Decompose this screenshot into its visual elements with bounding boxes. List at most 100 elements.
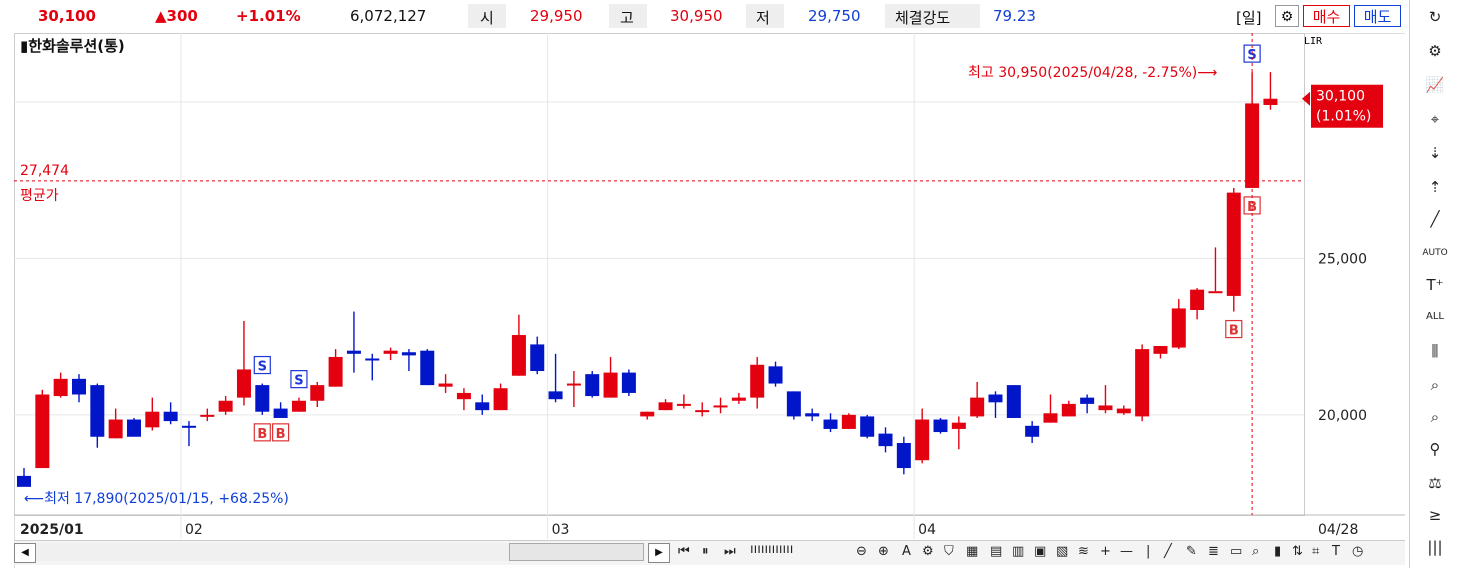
erase-all-icon[interactable]: ALL bbox=[1420, 304, 1450, 330]
crosshair-icon[interactable]: + bbox=[1100, 544, 1111, 559]
open-price: 29,950 bbox=[530, 7, 583, 25]
candle-body bbox=[310, 385, 325, 401]
zoom-slider-icon[interactable]: ıııııııııııı bbox=[750, 542, 793, 557]
text-t-icon[interactable]: T bbox=[1332, 544, 1340, 559]
clock-icon[interactable]: ◷ bbox=[1352, 544, 1363, 559]
signal-letter: S bbox=[294, 374, 303, 389]
draw-tool-icon[interactable]: ✎ bbox=[1186, 544, 1197, 559]
candle-type-icon[interactable]: ⫼ bbox=[1420, 338, 1450, 364]
pattern-icon[interactable]: ≥ bbox=[1420, 502, 1450, 528]
filter-icon[interactable]: ⛉ bbox=[944, 544, 954, 559]
bars-icon[interactable]: ||| bbox=[1420, 534, 1450, 560]
candle-body bbox=[200, 414, 215, 417]
zoom-out-icon[interactable]: ⊖ bbox=[856, 544, 867, 559]
buy-signal-marker: B bbox=[1225, 319, 1243, 339]
max-price-annotation: 최고 30,950(2025/04/28, -2.75%)⟶ bbox=[968, 65, 1217, 81]
zoom-info-icon[interactable]: ⌕ bbox=[1420, 372, 1450, 398]
candle-body bbox=[1226, 192, 1241, 296]
current-price-pointer bbox=[1302, 91, 1310, 106]
chart-type-icon[interactable]: ▦ bbox=[966, 544, 978, 559]
scroll-thumb[interactable] bbox=[509, 543, 644, 561]
sell-button[interactable]: 매도 bbox=[1354, 5, 1401, 27]
candle-body bbox=[750, 364, 765, 398]
sell-signal-marker: S bbox=[253, 355, 271, 375]
settings-gear-icon[interactable]: ⚙ bbox=[1275, 5, 1299, 27]
pause-icon[interactable]: ⏸ bbox=[702, 544, 709, 559]
text-add-icon[interactable]: T⁺ bbox=[1420, 272, 1450, 298]
compare-zoom-icon[interactable]: ⚲ bbox=[1420, 436, 1450, 462]
chart-overlay: 27,474 평균가 최고 30,950(2025/04/28, -2.75%)⟶ ⟵… bbox=[14, 33, 1383, 515]
grid-icon[interactable]: ▤ bbox=[990, 544, 1002, 559]
zoom-in-icon[interactable]: ⊕ bbox=[878, 544, 889, 559]
candle-body bbox=[218, 400, 233, 412]
search-icon[interactable]: ⌕ bbox=[1252, 544, 1259, 559]
updown-icon[interactable]: ⇅ bbox=[1292, 544, 1303, 559]
candle-body bbox=[823, 419, 838, 429]
buy-signal-marker: B bbox=[1243, 196, 1261, 215]
candle-body bbox=[383, 350, 398, 354]
candle-body bbox=[1098, 405, 1113, 411]
stock-name-label: ▮한화솔루션(통) bbox=[20, 37, 125, 55]
candle-body bbox=[896, 443, 911, 469]
candle-icon[interactable]: ▮ bbox=[1274, 544, 1281, 559]
candle-body bbox=[566, 383, 581, 386]
candle-body bbox=[17, 475, 31, 487]
buy-button[interactable]: 매수 bbox=[1303, 5, 1350, 27]
text-a-icon[interactable]: A bbox=[902, 544, 911, 559]
candle-body bbox=[933, 419, 948, 433]
first-icon[interactable]: ⏮ bbox=[678, 544, 690, 559]
table-icon[interactable]: ▥ bbox=[1012, 544, 1024, 559]
compare-icon[interactable]: ▧ bbox=[1056, 544, 1068, 559]
refresh-icon[interactable]: ↻ bbox=[1420, 4, 1450, 30]
candle-body bbox=[768, 366, 783, 384]
wave-icon[interactable]: ≋ bbox=[1078, 544, 1089, 559]
scroll-left-button[interactable]: ◀ bbox=[14, 543, 36, 563]
scale-icon[interactable]: ⚖ bbox=[1420, 470, 1450, 496]
hline-icon[interactable]: — bbox=[1120, 544, 1133, 559]
zoom-list-icon[interactable]: ⌕ bbox=[1420, 404, 1450, 430]
average-price-label: 평균가 bbox=[20, 188, 59, 204]
high-label: 고 bbox=[620, 9, 634, 27]
candle-body bbox=[915, 419, 930, 461]
vline-cursor-icon[interactable]: ⇡ bbox=[1420, 174, 1450, 200]
fit-icon[interactable]: ⌗ bbox=[1312, 544, 1319, 559]
trendline-icon[interactable]: ╱ bbox=[1164, 544, 1172, 559]
candle-body bbox=[1006, 385, 1021, 418]
indicator-icon[interactable]: 📈 bbox=[1420, 72, 1450, 98]
last-icon[interactable]: ⏭ bbox=[724, 544, 736, 559]
candle-body bbox=[493, 388, 508, 411]
candle-body bbox=[731, 397, 746, 401]
low-label: 저 bbox=[756, 9, 770, 27]
gear-icon[interactable]: ⚙ bbox=[922, 544, 934, 559]
x-tick-label: 2025/01 bbox=[20, 522, 84, 538]
min-price-annotation: ⟵최저 17,890(2025/01/15, +68.25%) bbox=[24, 491, 289, 507]
open-label: 시 bbox=[480, 9, 494, 27]
candlestick-chart[interactable]: 25,00020,0002025/01 02 03 04 04/28 SB BSBSB 2… bbox=[14, 33, 1405, 540]
y-tick-label: 25,000 bbox=[1318, 251, 1367, 267]
candle-body bbox=[603, 372, 618, 398]
candle-body bbox=[1171, 308, 1186, 348]
signal-letter: S bbox=[258, 360, 267, 375]
scroll-right-button[interactable]: ▶ bbox=[648, 543, 670, 563]
vline-icon[interactable]: | bbox=[1146, 544, 1150, 559]
candle-body bbox=[621, 372, 636, 393]
auto-line-icon[interactable]: AUTO bbox=[1420, 240, 1450, 266]
signal-letter: S bbox=[1247, 48, 1256, 63]
strength-label: 체결강도 bbox=[895, 9, 951, 27]
candle-body bbox=[1135, 349, 1150, 417]
candle-body bbox=[951, 422, 966, 429]
candle-body bbox=[713, 405, 728, 408]
window-icon[interactable]: ▭ bbox=[1230, 544, 1242, 559]
period-selector[interactable]: [일] bbox=[1236, 7, 1262, 28]
hline-cursor-icon[interactable]: ⇣ bbox=[1420, 140, 1450, 166]
candle-body bbox=[365, 358, 380, 361]
lir-toggle[interactable]: LIR bbox=[1304, 36, 1323, 47]
candle-body bbox=[1116, 408, 1131, 414]
settings-icon[interactable]: ⚙ bbox=[1420, 38, 1450, 64]
line-draw-icon[interactable]: ╱ bbox=[1420, 206, 1450, 232]
layout-icon[interactable]: ▣ bbox=[1034, 544, 1046, 559]
candle-body bbox=[181, 425, 196, 428]
cursor-cross-icon[interactable]: ⌖ bbox=[1420, 106, 1450, 132]
fibonacci-icon[interactable]: ≣ bbox=[1208, 544, 1219, 559]
candle-body bbox=[970, 397, 985, 417]
